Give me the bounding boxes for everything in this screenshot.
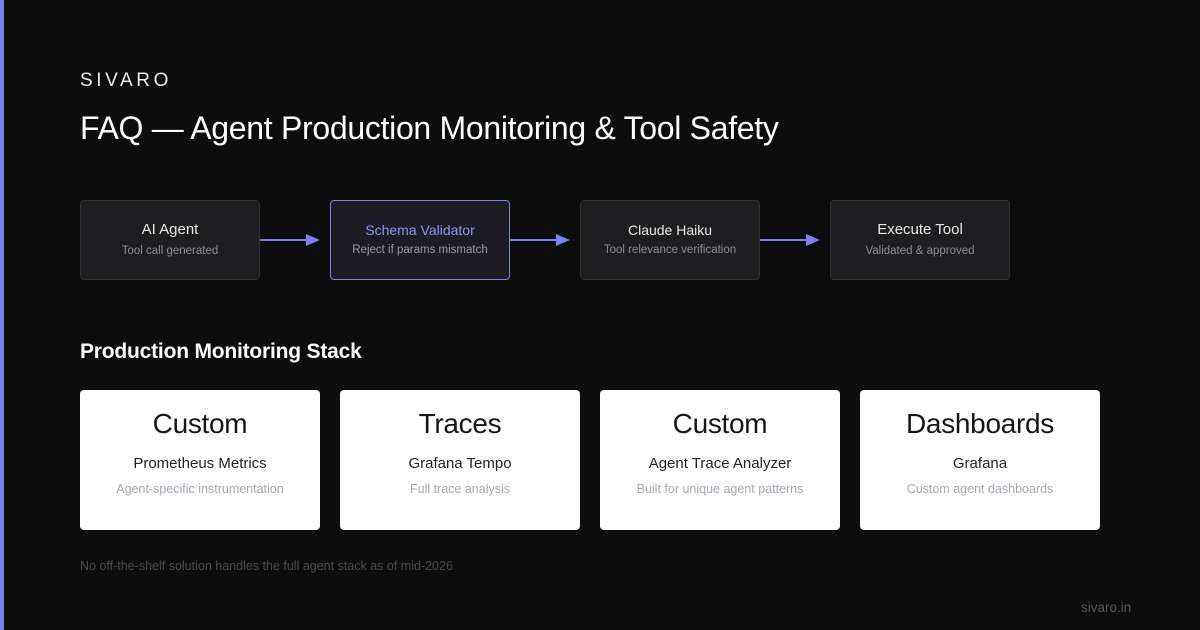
flow-node-claude-haiku: Claude Haiku Tool relevance verification	[580, 200, 760, 280]
flow-node-execute-tool: Execute Tool Validated & approved	[830, 200, 1010, 280]
stack-card-prometheus: Custom Prometheus Metrics Agent-specific…	[80, 390, 320, 530]
card-description: Full trace analysis	[409, 482, 511, 496]
flow-node-title: Claude Haiku	[627, 222, 713, 239]
flow-node-subtitle: Reject if params mismatch	[352, 244, 488, 257]
flow-node-title: Schema Validator	[365, 222, 475, 239]
card-headline: Custom	[152, 408, 248, 439]
card-name: Grafana Tempo	[408, 455, 512, 472]
page-title: FAQ — Agent Production Monitoring & Tool…	[80, 110, 779, 146]
card-headline: Traces	[418, 408, 502, 439]
brand-wordmark: SIVARO	[80, 70, 172, 91]
card-name: Prometheus Metrics	[133, 455, 267, 472]
flow-arrow-3	[760, 234, 820, 246]
flow-node-title: Execute Tool	[877, 221, 963, 239]
flow-node-ai-agent: AI Agent Tool call generated	[80, 200, 260, 280]
flow-node-title: AI Agent	[141, 221, 199, 239]
flow-node-subtitle: Tool call generated	[121, 245, 219, 258]
flow-arrow-2	[510, 234, 570, 246]
stack-card-trace-analyzer: Custom Agent Trace Analyzer Built for un…	[600, 390, 840, 530]
accent-bar	[0, 0, 4, 630]
card-headline: Custom	[672, 408, 768, 439]
section-title: Production Monitoring Stack	[80, 340, 362, 363]
card-description: Custom agent dashboards	[906, 482, 1054, 496]
flow-node-subtitle: Tool relevance verification	[603, 244, 737, 257]
site-link[interactable]: sivaro.in	[1081, 600, 1131, 615]
stack-card-tempo: Traces Grafana Tempo Full trace analysis	[340, 390, 580, 530]
slide: SIVARO FAQ — Agent Production Monitoring…	[0, 0, 1200, 630]
card-name: Agent Trace Analyzer	[648, 455, 792, 472]
flow-arrow-1	[260, 234, 320, 246]
card-name: Grafana	[952, 455, 1008, 472]
card-description: Built for unique agent patterns	[636, 482, 804, 496]
card-description: Agent-specific instrumentation	[116, 482, 284, 496]
flow-node-schema-validator: Schema Validator Reject if params mismat…	[330, 200, 510, 280]
flow-node-subtitle: Validated & approved	[865, 245, 975, 258]
card-headline: Dashboards	[906, 408, 1054, 439]
stack-card-grafana: Dashboards Grafana Custom agent dashboar…	[860, 390, 1100, 530]
footnote: No off-the-shelf solution handles the fu…	[80, 559, 453, 573]
